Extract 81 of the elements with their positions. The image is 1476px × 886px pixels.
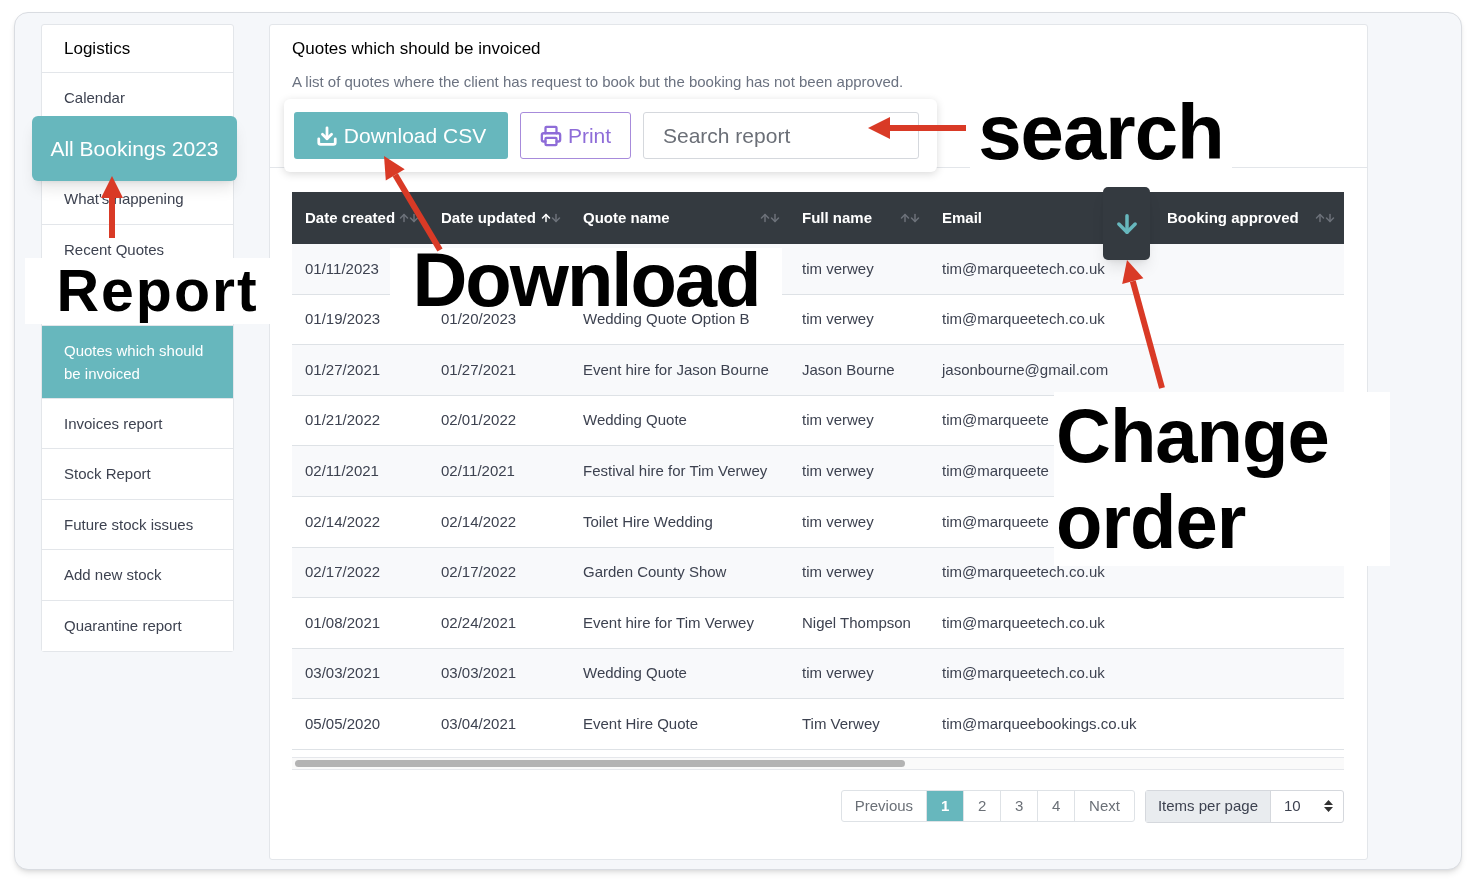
table-cell-text: 02/11/2021 — [305, 460, 379, 481]
table-cell-text: 01/27/2021 — [305, 359, 381, 380]
sidebar-heading: Logistics — [64, 37, 131, 60]
table-cell-text: 02/14/2022 — [305, 511, 381, 532]
table-cell-text: Event hire for Jason Bourne — [583, 359, 769, 380]
table-cell-text: tim@marqueete — [942, 460, 1049, 481]
sidebar-item[interactable]: Add new stock — [64, 566, 162, 584]
print-button[interactable]: Print — [520, 112, 631, 159]
sidebar-item[interactable]: What's happening — [64, 190, 184, 208]
table-cell-text: tim verwey — [802, 309, 874, 330]
annotation-label: order — [1056, 479, 1246, 565]
sidebar-item[interactable]: Future stock issues — [64, 515, 194, 533]
table-cell-text: tim@marqueetech.co.uk — [942, 612, 1105, 633]
table-cell-text: 02/24/2021 — [441, 612, 517, 633]
table-cell-text: 05/05/2020 — [305, 713, 381, 734]
column-header[interactable]: Quote name — [583, 206, 670, 230]
table-cell-text: jasonbourne@gmail.com — [942, 359, 1109, 380]
sidebar-item[interactable]: Calendar — [64, 89, 125, 107]
table-cell-text: tim verwey — [802, 511, 874, 532]
scrollbar-thumb[interactable] — [295, 759, 905, 767]
table-cell-text: 02/17/2022 — [305, 562, 381, 583]
table-cell-text: 03/03/2021 — [441, 663, 517, 684]
report-title: Quotes which should be invoiced — [292, 38, 542, 60]
table-cell-text: 03/04/2021 — [441, 713, 517, 734]
table-cell-text: Toilet Hire Wedding — [583, 511, 713, 532]
table-cell-text: 02/11/2021 — [441, 460, 515, 481]
table-cell-text: tim verwey — [802, 663, 874, 684]
table-cell-text: 01/21/2022 — [305, 410, 381, 431]
download-icon — [315, 124, 338, 147]
table-cell-text: 01/20/2023 — [441, 309, 517, 330]
table-cell-text: Event Hire Quote — [583, 713, 699, 734]
annotation-label: Change — [1056, 393, 1329, 479]
table-cell-text: tim@marqueebookings.co.uk — [942, 713, 1137, 734]
column-header[interactable]: Date created — [305, 206, 396, 230]
table-cell-text: Event hire for Tim Verwey — [583, 612, 754, 633]
table-cell-text: 02/01/2022 — [441, 410, 517, 431]
table-cell-text: tim verwey — [802, 460, 874, 481]
table-cell-text: 01/27/2021 — [441, 359, 517, 380]
sidebar-item[interactable]: Recent Quotes — [64, 240, 165, 258]
page-button[interactable]: 3 — [1001, 790, 1039, 821]
table-cell-text: Tim Verwey — [802, 713, 880, 734]
report-description: A list of quotes where the client has request to book but the booking has not been approved. — [292, 72, 905, 92]
sidebar-item[interactable]: Quarantine report — [64, 617, 182, 635]
printer-icon — [539, 124, 562, 147]
table-cell-text: 01/11/2023 — [305, 258, 379, 279]
table-cell-text: tim@marqueetech.co.uk — [942, 663, 1105, 684]
column-header[interactable]: Booking approved — [1167, 206, 1299, 230]
sort-icon[interactable] — [540, 211, 562, 225]
table-cell-text: tim verwey — [802, 410, 874, 431]
annotation-callout: All Bookings 2023 — [32, 116, 237, 181]
annotation-label: Download — [412, 248, 760, 312]
annotation-label: search — [978, 96, 1224, 168]
table-cell-text: Festival hire for Tim Verwey — [583, 460, 768, 481]
page-button[interactable]: 4 — [1038, 790, 1076, 821]
column-header[interactable]: Full name — [802, 206, 872, 230]
page-button[interactable]: 2 — [964, 790, 1002, 821]
table-cell-text: 01/19/2023 — [305, 309, 381, 330]
table-cell-text: tim verwey — [802, 258, 874, 279]
sidebar-item[interactable]: Stock Report — [64, 465, 151, 483]
table-cell-text: tim@marqueetech.co.uk — [942, 258, 1105, 279]
column-header[interactable]: Date updated — [441, 206, 536, 230]
table-cell-text: Wedding Quote — [583, 410, 687, 431]
annotation-label: Report — [56, 258, 259, 324]
table-cell-text: Wedding Quote — [583, 663, 687, 684]
table-cell-text: Wedding Quote Option B — [583, 309, 750, 330]
table-cell-text: 03/03/2021 — [305, 663, 381, 684]
next-button[interactable]: Next — [1075, 790, 1134, 821]
table-cell-text: Garden County Show — [583, 562, 727, 583]
search-field[interactable]: Search report — [643, 112, 919, 159]
table-cell-text: 02/17/2022 — [441, 562, 517, 583]
table-cell-text: Jason Bourne — [802, 359, 895, 380]
table-cell-text: tim@marqueetech.co.uk — [942, 309, 1105, 330]
sidebar-item[interactable]: Invoices report — [64, 414, 163, 432]
table-cell-text: 02/14/2022 — [441, 511, 517, 532]
table-cell-text: tim verwey — [802, 562, 874, 583]
table-cell-text: tim@marqueetech.co.uk — [942, 562, 1105, 583]
table-cell-text: tim@marqueete — [942, 511, 1049, 532]
table-cell-text: Nigel Thompson — [802, 612, 911, 633]
table-cell-text: 01/08/2021 — [305, 612, 381, 633]
table-cell-text: tim@marqueete — [942, 410, 1049, 431]
column-header[interactable]: Email — [942, 206, 983, 230]
